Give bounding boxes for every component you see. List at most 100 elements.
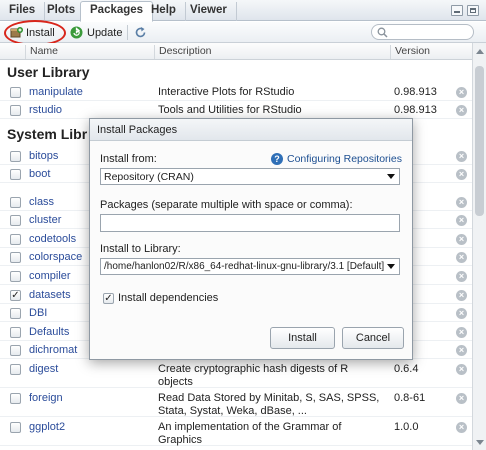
- package-description: Interactive Plots for RStudio: [158, 86, 295, 98]
- scroll-down-icon[interactable]: [476, 440, 484, 445]
- package-name-link[interactable]: dichromat: [29, 344, 77, 356]
- package-checkbox[interactable]: [10, 393, 21, 404]
- package-checkbox[interactable]: [10, 364, 21, 375]
- tab-viewer[interactable]: Viewer: [181, 2, 237, 21]
- package-checkbox[interactable]: [10, 169, 21, 180]
- table-row: digest Create cryptographic hash digests…: [0, 360, 472, 388]
- package-checkbox[interactable]: [10, 422, 21, 433]
- remove-package-icon[interactable]: ×: [456, 364, 467, 375]
- chevron-down-icon: [387, 264, 395, 269]
- table-row: manipulate Interactive Plots for RStudio…: [0, 83, 472, 101]
- package-name-link[interactable]: foreign: [29, 392, 63, 404]
- remove-package-icon[interactable]: ×: [456, 290, 467, 301]
- package-name-link[interactable]: ggplot2: [29, 421, 65, 433]
- package-name-link[interactable]: class: [29, 196, 54, 208]
- table-header: Name Description Version: [0, 43, 472, 60]
- package-list-scrollbar[interactable]: [472, 43, 486, 450]
- remove-package-icon[interactable]: ×: [456, 169, 467, 180]
- remove-package-icon[interactable]: ×: [456, 252, 467, 263]
- package-description: Create cryptographic hash digests of R o…: [158, 363, 349, 388]
- package-checkbox[interactable]: [10, 327, 21, 338]
- tab-plots[interactable]: Plots: [38, 2, 86, 21]
- package-checkbox[interactable]: [10, 215, 21, 226]
- search-icon: [377, 27, 388, 38]
- package-checkbox[interactable]: [10, 345, 21, 356]
- package-name-link[interactable]: bitops: [29, 150, 58, 162]
- package-version: 0.98.913: [394, 86, 437, 98]
- toolbar-divider: [127, 25, 128, 40]
- remove-package-icon[interactable]: ×: [456, 87, 467, 98]
- packages-toolbar: Install Update: [0, 20, 486, 46]
- remove-package-icon[interactable]: ×: [456, 327, 467, 338]
- install-confirm-button[interactable]: Install: [270, 327, 335, 349]
- tab-help[interactable]: Help: [142, 2, 186, 21]
- package-checkbox[interactable]: [10, 105, 21, 116]
- update-label: Update: [87, 27, 123, 39]
- package-name-link[interactable]: DBI: [29, 307, 47, 319]
- remove-package-icon[interactable]: ×: [456, 271, 467, 282]
- package-name-link[interactable]: compiler: [29, 270, 71, 282]
- remove-package-icon[interactable]: ×: [456, 393, 467, 404]
- package-checkbox[interactable]: [10, 151, 21, 162]
- package-name-link[interactable]: datasets: [29, 289, 71, 301]
- table-row: foreign Read Data Stored by Minitab, S, …: [0, 389, 472, 417]
- cancel-button[interactable]: Cancel: [342, 327, 404, 349]
- package-version: 0.98.913: [394, 104, 437, 116]
- install-from-value: Repository (CRAN): [104, 171, 194, 183]
- package-name-link[interactable]: Defaults: [29, 326, 69, 338]
- remove-package-icon[interactable]: ×: [456, 215, 467, 226]
- package-description: Read Data Stored by Minitab, S, SAS, SPS…: [158, 392, 380, 417]
- package-checkbox[interactable]: [10, 308, 21, 319]
- scrollbar-thumb[interactable]: [475, 66, 484, 216]
- package-name-link[interactable]: boot: [29, 168, 50, 180]
- minimize-pane-icon[interactable]: [451, 5, 463, 16]
- help-icon[interactable]: ?: [271, 153, 283, 165]
- update-button[interactable]: Update: [70, 25, 122, 41]
- remove-package-icon[interactable]: ×: [456, 345, 467, 356]
- maximize-pane-icon[interactable]: [467, 5, 479, 16]
- package-version: 1.0.0: [394, 421, 419, 433]
- scroll-up-icon[interactable]: [476, 49, 484, 54]
- package-version: 0.8-61: [394, 392, 426, 404]
- package-name-link[interactable]: cluster: [29, 214, 61, 226]
- library-select[interactable]: /home/hanlon02/R/x86_64-redhat-linux-gnu…: [100, 258, 400, 275]
- packages-label: Packages (separate multiple with space o…: [100, 199, 353, 211]
- package-checkbox[interactable]: [10, 87, 21, 98]
- remove-package-icon[interactable]: ×: [456, 105, 467, 116]
- install-from-select[interactable]: Repository (CRAN): [100, 168, 400, 185]
- package-name-link[interactable]: manipulate: [29, 86, 83, 98]
- remove-package-icon[interactable]: ×: [456, 422, 467, 433]
- package-name-link[interactable]: rstudio: [29, 104, 62, 116]
- table-row: rstudio Tools and Utilities for RStudio …: [0, 101, 472, 119]
- package-description: An implementation of the Grammar of Grap…: [158, 421, 342, 446]
- remove-package-icon[interactable]: ×: [456, 308, 467, 319]
- column-header-name[interactable]: Name: [25, 45, 58, 59]
- configuring-repositories-link[interactable]: Configuring Repositories: [287, 153, 402, 165]
- package-name-link[interactable]: digest: [29, 363, 58, 375]
- column-header-description[interactable]: Description: [154, 45, 212, 59]
- package-name-link[interactable]: colorspace: [29, 251, 82, 263]
- package-checkbox[interactable]: ✓: [10, 290, 21, 301]
- install-to-library-label: Install to Library:: [100, 243, 181, 255]
- install-dependencies-checkbox[interactable]: ✓: [103, 293, 114, 304]
- column-header-version[interactable]: Version: [390, 45, 430, 59]
- package-checkbox[interactable]: [10, 271, 21, 282]
- package-version: 0.6.4: [394, 363, 419, 375]
- refresh-icon[interactable]: [134, 26, 147, 39]
- package-name-link[interactable]: codetools: [29, 233, 76, 245]
- remove-package-icon[interactable]: ×: [456, 151, 467, 162]
- user-library-heading: User Library: [7, 64, 90, 80]
- dialog-title: Install Packages: [90, 119, 412, 141]
- packages-input[interactable]: [100, 214, 400, 232]
- table-row: ggplot2 An implementation of the Grammar…: [0, 418, 472, 446]
- package-checkbox[interactable]: [10, 197, 21, 208]
- system-library-heading: System Libr: [7, 126, 88, 142]
- remove-package-icon[interactable]: ×: [456, 234, 467, 245]
- package-checkbox[interactable]: [10, 252, 21, 263]
- package-checkbox[interactable]: [10, 234, 21, 245]
- remove-package-icon[interactable]: ×: [456, 197, 467, 208]
- package-description: Tools and Utilities for RStudio: [158, 104, 302, 116]
- install-dependencies-label: Install dependencies: [118, 292, 219, 304]
- search-input[interactable]: [371, 24, 474, 40]
- pane-tab-strip: Files Plots Packages Help Viewer: [0, 0, 486, 22]
